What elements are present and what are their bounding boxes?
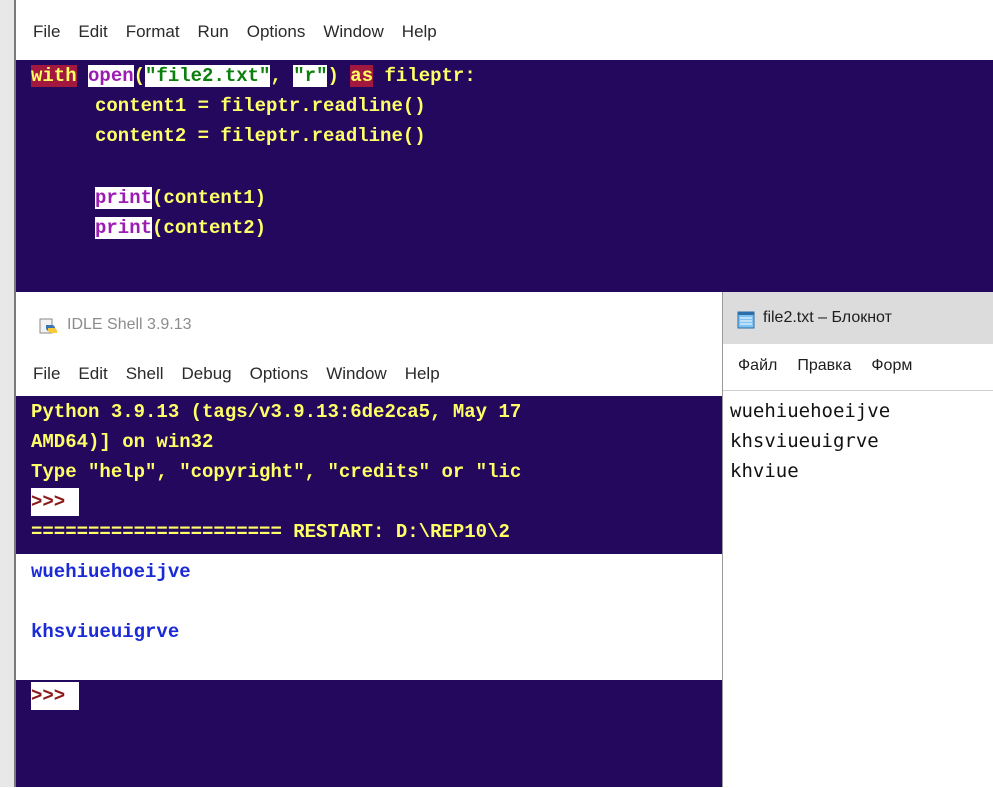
notepad-line-1: wuehiuehoeijve — [730, 400, 891, 422]
notepad-title: file2.txt – Блокнот — [763, 309, 892, 326]
notepad-window: file2.txt – Блокнот Файл Правка Форм wue… — [722, 292, 993, 787]
editor-menu-run[interactable]: Run — [198, 22, 229, 42]
shell-output-line-2: khsviueuigrve — [31, 621, 180, 643]
shell-prompt-1: >>> — [31, 488, 79, 516]
notepad-titlebar: file2.txt – Блокнот — [723, 292, 993, 344]
code-paren-close: ) — [327, 65, 339, 87]
editor-menu-edit[interactable]: Edit — [78, 22, 107, 42]
editor-menubar: File Edit Format Run Options Window Help — [33, 22, 455, 42]
notepad-text-area[interactable]: wuehiuehoeijve khsviueuigrve khviue — [723, 390, 993, 788]
shell-menu-options[interactable]: Options — [250, 364, 309, 384]
background-window-edge — [0, 0, 14, 787]
shell-banner-line-3: Type "help", "copyright", "credits" or "… — [31, 461, 522, 483]
editor-menu-file[interactable]: File — [33, 22, 60, 42]
shell-restart-line: ====================== RESTART: D:\REP10… — [31, 521, 510, 543]
string-filename: "file2.txt" — [145, 65, 271, 87]
print-args-2: (content2) — [152, 217, 267, 239]
code-line-5: print(content1) — [95, 184, 266, 212]
keyword-as: as — [350, 65, 374, 87]
string-mode: "r" — [293, 65, 328, 87]
editor-menu-format[interactable]: Format — [126, 22, 180, 42]
code-comma: , — [270, 65, 294, 87]
python-icon — [38, 316, 58, 336]
shell-menu-debug[interactable]: Debug — [182, 364, 232, 384]
notepad-line-3: khviue — [730, 460, 799, 482]
code-fileptr: fileptr: — [373, 65, 476, 87]
code-paren-open: ( — [133, 65, 146, 87]
shell-text-area[interactable]: Python 3.9.13 (tags/v3.9.13:6de2ca5, May… — [16, 396, 722, 787]
code-line-2: content1 = fileptr.readline() — [95, 95, 426, 117]
notepad-menu-format[interactable]: Форм — [871, 357, 912, 375]
editor-menu-options[interactable]: Options — [247, 22, 306, 42]
shell-window: IDLE Shell 3.9.13 File Edit Shell Debug … — [16, 292, 722, 787]
shell-banner-line-2: AMD64)] on win32 — [31, 431, 214, 453]
shell-menubar: File Edit Shell Debug Options Window Hel… — [33, 364, 458, 384]
shell-titlebar: IDLE Shell 3.9.13 — [16, 292, 722, 354]
shell-title: IDLE Shell 3.9.13 — [67, 316, 192, 333]
notepad-line-2: khsviueuigrve — [730, 430, 879, 452]
notepad-menu-edit[interactable]: Правка — [797, 357, 851, 375]
editor-code-area[interactable]: with open("file2.txt", "r") as fileptr: … — [16, 60, 993, 292]
notepad-menubar: Файл Правка Форм — [738, 357, 912, 375]
notepad-menu-file[interactable]: Файл — [738, 357, 777, 375]
shell-menu-file[interactable]: File — [33, 364, 60, 384]
shell-menu-shell[interactable]: Shell — [126, 364, 164, 384]
code-line-3: content2 = fileptr.readline() — [95, 125, 426, 147]
keyword-with: with — [31, 65, 77, 87]
editor-menu-help[interactable]: Help — [402, 22, 437, 42]
builtin-print-1: print — [95, 187, 153, 209]
notepad-icon — [736, 310, 756, 330]
shell-prompt-2: >>> — [31, 682, 79, 710]
shell-banner-line-1: Python 3.9.13 (tags/v3.9.13:6de2ca5, May… — [31, 401, 522, 423]
print-args-1: (content1) — [152, 187, 267, 209]
editor-menu-window[interactable]: Window — [323, 22, 383, 42]
builtin-print-2: print — [95, 217, 153, 239]
editor-window: File Edit Format Run Options Window Help… — [16, 0, 993, 292]
shell-output-line-1: wuehiuehoeijve — [31, 561, 191, 583]
builtin-open: open — [88, 65, 134, 87]
shell-menu-help[interactable]: Help — [405, 364, 440, 384]
shell-menu-edit[interactable]: Edit — [78, 364, 107, 384]
shell-menu-window[interactable]: Window — [326, 364, 386, 384]
code-line-6: print(content2) — [95, 214, 266, 242]
code-line-1: with open("file2.txt", "r") as fileptr: — [31, 62, 476, 90]
